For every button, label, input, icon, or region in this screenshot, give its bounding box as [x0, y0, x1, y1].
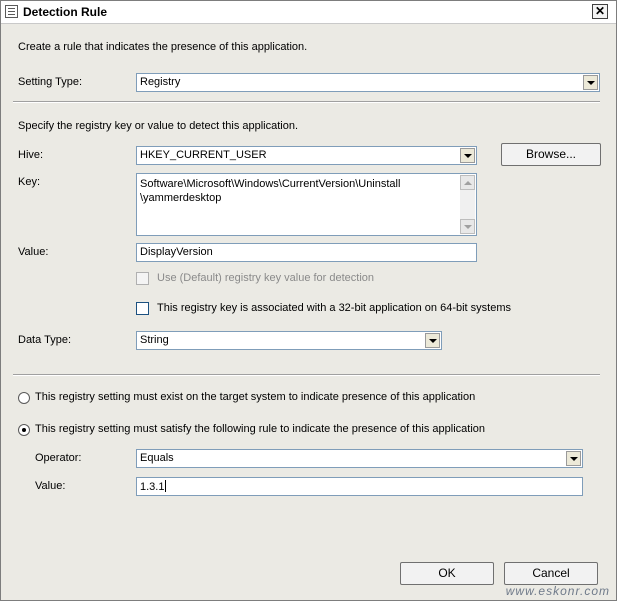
must-exist-label: This registry setting must exist on the …: [35, 391, 476, 403]
use-default-label: Use (Default) registry key value for det…: [157, 272, 375, 284]
intro-text: Create a rule that indicates the presenc…: [18, 41, 308, 53]
value-input[interactable]: DisplayVersion: [136, 243, 477, 262]
data-type-select[interactable]: String: [136, 331, 442, 350]
window-icon: [5, 5, 18, 18]
scroll-up-icon[interactable]: [460, 175, 475, 190]
chevron-down-icon[interactable]: [566, 451, 581, 466]
value-input-value: DisplayVersion: [140, 246, 213, 258]
window-title: Detection Rule: [23, 5, 108, 19]
rule-value-text: 1.3.1: [140, 481, 165, 493]
chevron-down-icon[interactable]: [425, 333, 440, 348]
divider: [13, 374, 600, 376]
rule-value-label: Value:: [35, 480, 66, 492]
rule-value-input[interactable]: 1.3.1: [136, 477, 583, 496]
key-scrollbar[interactable]: [460, 175, 475, 234]
close-button[interactable]: ✕: [592, 4, 608, 19]
operator-select[interactable]: Equals: [136, 449, 583, 468]
data-type-label: Data Type:: [18, 334, 71, 346]
scroll-down-icon[interactable]: [460, 219, 475, 234]
close-icon: ✕: [594, 4, 606, 18]
title-bar: Detection Rule ✕: [1, 1, 616, 24]
use-default-checkbox[interactable]: [136, 272, 149, 285]
text-cursor: [165, 480, 167, 492]
key-textarea[interactable]: Software\Microsoft\Windows\CurrentVersio…: [136, 173, 477, 236]
data-type-value: String: [140, 334, 169, 346]
must-exist-radio[interactable]: [18, 392, 30, 404]
rule-value-wrap: 1.3.1: [140, 480, 167, 493]
operator-value: Equals: [140, 452, 174, 464]
is-32bit-checkbox[interactable]: [136, 302, 149, 315]
setting-type-select[interactable]: Registry: [136, 73, 600, 92]
divider: [13, 101, 600, 103]
is-32bit-label: This registry key is associated with a 3…: [157, 302, 511, 314]
ok-button[interactable]: OK: [400, 562, 494, 585]
setting-type-label: Setting Type:: [18, 76, 83, 88]
registry-instruction: Specify the registry key or value to det…: [18, 120, 299, 132]
key-label: Key:: [18, 176, 41, 188]
detection-rule-dialog: Detection Rule ✕ Create a rule that indi…: [0, 0, 617, 601]
hive-label: Hive:: [18, 149, 44, 161]
value-label: Value:: [18, 246, 49, 258]
must-satisfy-label: This registry setting must satisfy the f…: [35, 423, 486, 435]
cancel-button[interactable]: Cancel: [504, 562, 598, 585]
chevron-down-icon[interactable]: [460, 148, 475, 163]
key-value: Software\Microsoft\Windows\CurrentVersio…: [140, 178, 401, 204]
operator-label: Operator:: [35, 452, 82, 464]
hive-value: HKEY_CURRENT_USER: [140, 149, 267, 161]
chevron-down-icon[interactable]: [583, 75, 598, 90]
must-satisfy-radio[interactable]: [18, 424, 30, 436]
watermark: www.eskonr.com: [505, 584, 610, 598]
setting-type-value: Registry: [140, 76, 181, 88]
hive-select[interactable]: HKEY_CURRENT_USER: [136, 146, 477, 165]
browse-button[interactable]: Browse...: [501, 143, 601, 166]
